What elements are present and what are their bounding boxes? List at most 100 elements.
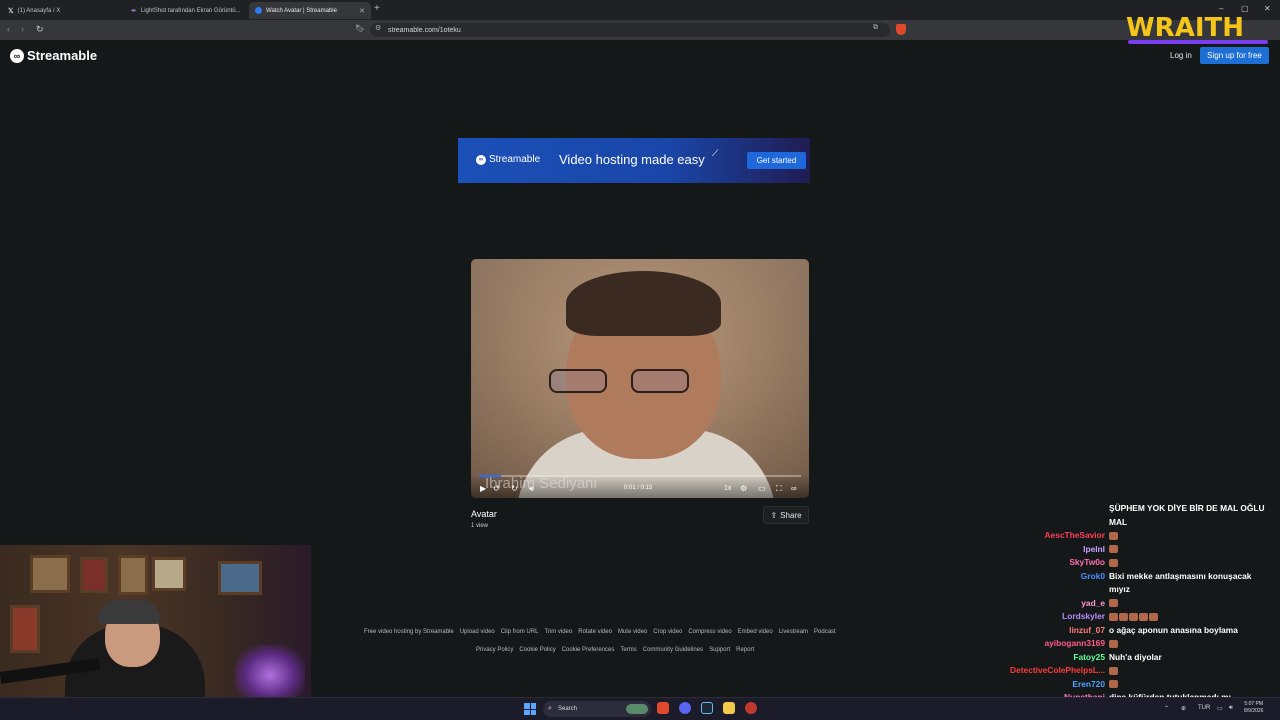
footer-link[interactable]: Podcast bbox=[814, 629, 836, 635]
streamable-logo[interactable]: ∞ Streamable bbox=[10, 48, 97, 63]
footer-link[interactable]: Terms bbox=[620, 647, 636, 653]
brave-browser-icon[interactable] bbox=[657, 702, 669, 714]
forward-icon[interactable]: › bbox=[21, 24, 24, 34]
rewind-icon[interactable]: ↺ bbox=[493, 484, 500, 493]
footer-link[interactable]: Mute video bbox=[618, 629, 647, 635]
chat-emote-icon bbox=[1109, 599, 1118, 608]
footer-link[interactable]: Upload video bbox=[460, 629, 495, 635]
chat-username[interactable]: Fatoy25 bbox=[1073, 652, 1105, 662]
chat-username[interactable]: linzuf_07 bbox=[1069, 625, 1105, 635]
chat-username[interactable]: Eren720 bbox=[1072, 679, 1105, 689]
file-explorer-icon[interactable] bbox=[723, 702, 735, 714]
streamable-watermark-icon[interactable]: ∞ bbox=[791, 484, 797, 493]
chat-emote-icon bbox=[1139, 612, 1148, 621]
volume-tray-icon[interactable]: 🔊︎ bbox=[1229, 705, 1233, 712]
chat-username[interactable]: Grok0 bbox=[1081, 571, 1105, 581]
discord-icon[interactable] bbox=[679, 702, 691, 714]
wraith-brand-underline bbox=[1128, 40, 1268, 44]
tray-app-icon[interactable]: ⊕ bbox=[1181, 705, 1186, 712]
chat-username[interactable]: SkyTw0o bbox=[1069, 557, 1105, 567]
chat-emote-icon bbox=[1109, 612, 1118, 621]
back-icon[interactable]: ‹ bbox=[7, 24, 10, 34]
share-icon: ⇪ bbox=[770, 510, 778, 520]
footer-link[interactable]: Privacy Policy bbox=[476, 647, 513, 653]
video-player[interactable]: İbrahim Sediyani ▶ ↺ ↻ 🔊︎ 0:01 / 0:15 1x… bbox=[471, 259, 809, 498]
video-progress-fill bbox=[479, 475, 501, 477]
chat-text bbox=[1109, 530, 1119, 540]
chat-username[interactable]: Ipelnl bbox=[1083, 544, 1105, 554]
chat-username[interactable]: DetectiveColePhelpsL... bbox=[1010, 665, 1105, 675]
tab-x-home[interactable]: 𝕏 (1) Anasayfa / X bbox=[2, 2, 124, 19]
footer-link[interactable]: Rotate video bbox=[578, 629, 612, 635]
footer-link[interactable]: Support bbox=[709, 647, 730, 653]
video-time: 0:01 / 0:15 bbox=[624, 485, 653, 491]
network-icon[interactable]: ▭ bbox=[1217, 705, 1223, 712]
translate-icon[interactable]: ⧉ bbox=[873, 24, 878, 32]
obs-icon[interactable] bbox=[745, 702, 757, 714]
footer-link[interactable]: Embed video bbox=[738, 629, 773, 635]
chat-text: mıyız bbox=[1109, 584, 1130, 594]
footer-link[interactable]: Crop video bbox=[653, 629, 682, 635]
taskbar-search-label: Search bbox=[558, 706, 578, 712]
chat-username[interactable]: AescTheSavior bbox=[1044, 530, 1105, 540]
tab-streamable[interactable]: Watch Avatar | Streamable ✕ bbox=[249, 2, 371, 19]
footer-link[interactable]: Clip from URL bbox=[501, 629, 539, 635]
browser-tab-bar: 𝕏 (1) Anasayfa / X ✒ LightShot tarafında… bbox=[0, 0, 1280, 20]
windows-taskbar: ⌕ Search ⌃ ⊕ TUR ▭ 🔊︎ 5:07 PM 8/9/2026 bbox=[0, 697, 1280, 720]
chat-text bbox=[1109, 557, 1119, 567]
footer-link[interactable]: Community Guidelines bbox=[643, 647, 703, 653]
reload-icon[interactable]: ↻ bbox=[36, 24, 44, 35]
volume-icon[interactable]: 🔊︎ bbox=[529, 484, 534, 494]
search-highlight-icon bbox=[626, 704, 648, 714]
footer-link[interactable]: Cookie Policy bbox=[519, 647, 555, 653]
clock-date: 8/9/2026 bbox=[1244, 708, 1264, 714]
chat-emote-icon bbox=[1129, 612, 1138, 621]
footer-link[interactable]: Trim video bbox=[544, 629, 572, 635]
chat-text-content: ŞÜPHEM YOK DİYE BİR DE MAL OĞLU bbox=[1109, 503, 1265, 513]
chat-username[interactable]: Lordskyler bbox=[1062, 611, 1105, 621]
chat-username[interactable]: yad_e bbox=[1081, 598, 1105, 608]
footer-link[interactable]: Livestream bbox=[779, 629, 808, 635]
brave-shields-icon[interactable] bbox=[896, 24, 906, 35]
address-bar[interactable]: streamable.com/1oteku bbox=[370, 23, 890, 37]
steam-icon[interactable] bbox=[701, 702, 713, 714]
bookmark-icon[interactable]: 🔖︎ bbox=[355, 24, 365, 33]
play-icon[interactable]: ▶ bbox=[480, 484, 486, 493]
signup-button[interactable]: Sign up for free bbox=[1200, 47, 1269, 64]
windows-start-icon[interactable] bbox=[524, 703, 536, 715]
settings-icon[interactable]: ⚙ bbox=[740, 484, 747, 493]
close-window-icon[interactable]: ✕ bbox=[1264, 4, 1271, 13]
forward-skip-icon[interactable]: ↻ bbox=[511, 484, 518, 493]
playback-rate-button[interactable]: 1x bbox=[724, 485, 731, 492]
taskbar-clock[interactable]: 5:07 PM 8/9/2026 bbox=[1244, 701, 1263, 715]
footer-link[interactable]: Cookie Preferences bbox=[562, 647, 615, 653]
site-info-icon[interactable]: ⚙ bbox=[375, 24, 381, 32]
share-button[interactable]: ⇪ Share bbox=[763, 506, 809, 524]
chat-text: Nuh'a diyolar bbox=[1109, 652, 1162, 662]
video-progress-bar[interactable] bbox=[479, 475, 801, 477]
fullscreen-icon[interactable]: ⛶ bbox=[776, 484, 782, 494]
new-tab-button[interactable]: + bbox=[374, 3, 380, 14]
chat-username[interactable]: ayibogann3169 bbox=[1044, 638, 1105, 648]
streamable-icon bbox=[255, 7, 262, 14]
chat-text-content: Bixi mekke antlaşmasını konuşacak bbox=[1109, 570, 1252, 581]
wall-frame bbox=[30, 555, 70, 593]
footer-link[interactable]: Compress video bbox=[688, 629, 731, 635]
language-indicator[interactable]: TUR bbox=[1198, 705, 1210, 711]
login-link[interactable]: Log in bbox=[1170, 51, 1192, 60]
footer-link[interactable]: Free video hosting by Streamable bbox=[364, 629, 454, 635]
get-started-button[interactable]: Get started bbox=[747, 152, 806, 169]
tray-chevron-icon[interactable]: ⌃ bbox=[1164, 705, 1169, 712]
stream-chat: ŞÜPHEM YOK DİYE BİR DE MAL OĞLU MAL AescTh… bbox=[990, 500, 1280, 700]
tab-label: (1) Anasayfa / X bbox=[17, 7, 61, 14]
video-views: 1 view bbox=[471, 523, 489, 529]
minimize-icon[interactable]: – bbox=[1219, 4, 1223, 13]
picture-in-picture-icon[interactable]: ▭ bbox=[758, 484, 766, 493]
promo-banner[interactable]: ∞ Streamable Video hosting made easy ⟋ G… bbox=[458, 138, 810, 183]
taskbar-search[interactable]: ⌕ Search bbox=[543, 701, 651, 717]
close-tab-icon[interactable]: ✕ bbox=[359, 7, 365, 15]
tab-lightshot[interactable]: ✒ LightShot tarafından Ekran Görüntü... bbox=[125, 2, 247, 19]
footer-link[interactable]: Report bbox=[736, 647, 754, 653]
maximize-icon[interactable]: ▢ bbox=[1241, 4, 1249, 13]
wall-frame bbox=[10, 605, 40, 653]
